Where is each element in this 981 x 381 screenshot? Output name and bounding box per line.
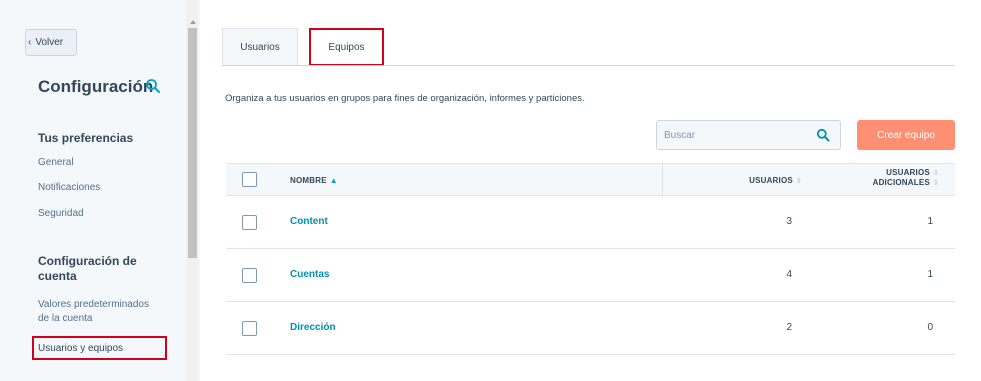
team-name-link[interactable]: Content bbox=[290, 216, 328, 227]
sort-ascending-icon: ▲ bbox=[329, 176, 338, 185]
column-header-additional-line2-label: ADICIONALES bbox=[872, 178, 930, 187]
sidebar-item-account-defaults-line1[interactable]: Valores predeterminados bbox=[38, 298, 149, 312]
column-header-name[interactable]: NOMBRE ▲ bbox=[290, 176, 338, 185]
sidebar-item-account-defaults-line2[interactable]: de la cuenta bbox=[38, 312, 93, 326]
column-header-users[interactable]: USUARIOS ⇕ bbox=[749, 176, 802, 186]
column-header-additional-line1: USUARIOS ⇕ bbox=[873, 168, 939, 178]
additional-users-count: 1 bbox=[927, 269, 933, 280]
select-all-checkbox[interactable] bbox=[242, 172, 257, 187]
sidebar: ‹ Volver Configuración Tus preferencias … bbox=[0, 0, 200, 381]
column-header-name-label: NOMBRE bbox=[290, 176, 327, 185]
sidebar-item-security[interactable]: Seguridad bbox=[38, 207, 84, 221]
table-header: NOMBRE ▲ USUARIOS ⇕ USUARIOS ⇕ ADICIONALES ⇕ bbox=[226, 163, 955, 196]
tab-users[interactable]: Usuarios bbox=[222, 28, 298, 66]
row-checkbox[interactable] bbox=[242, 215, 257, 230]
search-input[interactable] bbox=[657, 121, 807, 149]
search-icon[interactable] bbox=[145, 78, 161, 94]
table-row: Cuentas 4 1 bbox=[226, 249, 955, 302]
row-checkbox[interactable] bbox=[242, 268, 257, 283]
search-icon[interactable] bbox=[816, 128, 830, 142]
team-name-link[interactable]: Dirección bbox=[290, 322, 336, 333]
sidebar-item-users-and-teams[interactable]: Usuarios y equipos bbox=[32, 336, 167, 360]
tab-teams[interactable]: Equipos bbox=[309, 28, 384, 66]
column-separator bbox=[662, 164, 663, 196]
section-heading-account-line2: cuenta bbox=[38, 269, 77, 283]
chevron-left-icon: ‹ bbox=[28, 37, 32, 48]
sort-icon: ⇕ bbox=[932, 170, 939, 177]
section-heading-preferences: Tus preferencias bbox=[38, 131, 134, 145]
column-header-users-label: USUARIOS bbox=[749, 176, 793, 185]
sort-icon: ⇕ bbox=[795, 178, 802, 185]
table-row: Content 3 1 bbox=[226, 196, 955, 249]
back-button[interactable]: ‹ Volver bbox=[25, 29, 77, 56]
scroll-up-arrow-icon[interactable] bbox=[190, 20, 196, 24]
tabs-divider bbox=[222, 65, 955, 66]
settings-title: Configuración bbox=[38, 77, 154, 96]
search-box bbox=[656, 120, 841, 150]
users-count: 3 bbox=[786, 216, 792, 227]
sidebar-scrollbar-thumb[interactable] bbox=[188, 28, 197, 258]
sidebar-item-general[interactable]: General bbox=[38, 156, 74, 170]
column-header-additional-line1-label: USUARIOS bbox=[886, 168, 930, 177]
row-checkbox[interactable] bbox=[242, 321, 257, 336]
table-row: Dirección 2 0 bbox=[226, 302, 955, 355]
team-name-link[interactable]: Cuentas bbox=[290, 269, 329, 280]
column-header-additional-line2: ADICIONALES ⇕ bbox=[873, 178, 939, 188]
sort-icon: ⇕ bbox=[932, 180, 939, 187]
column-header-additional-users[interactable]: USUARIOS ⇕ ADICIONALES ⇕ bbox=[873, 168, 939, 188]
section-heading-account-line1: Configuración de bbox=[38, 254, 137, 268]
page-description: Organiza a tus usuarios en grupos para f… bbox=[225, 93, 585, 104]
create-team-button[interactable]: Crear equipo bbox=[857, 120, 955, 150]
additional-users-count: 1 bbox=[927, 216, 933, 227]
back-button-label: Volver bbox=[35, 37, 64, 48]
users-count: 2 bbox=[786, 322, 792, 333]
sidebar-item-notifications[interactable]: Notificaciones bbox=[38, 181, 100, 195]
users-count: 4 bbox=[786, 269, 792, 280]
additional-users-count: 0 bbox=[927, 322, 933, 333]
